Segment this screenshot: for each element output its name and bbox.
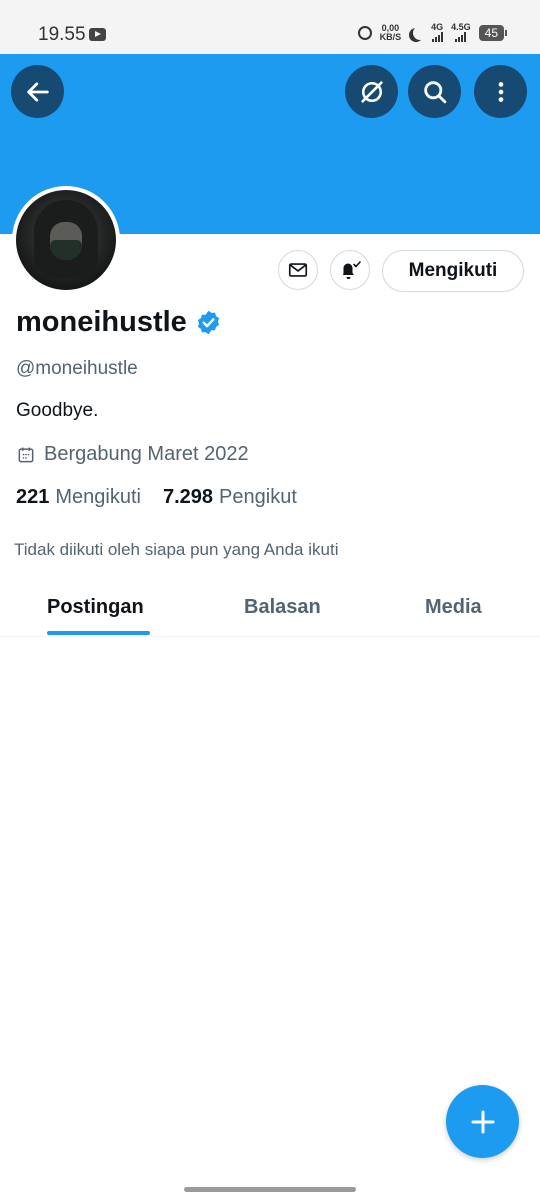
bell-check-icon (343, 261, 361, 279)
signal-1: 4G (431, 22, 443, 44)
join-date: Bergabung Maret 2022 (16, 443, 249, 466)
network-speed-unit: KB/S (379, 32, 402, 42)
network-speed: 0,00 KB/S (380, 24, 402, 42)
grok-button[interactable] (345, 65, 398, 118)
back-arrow-icon (26, 81, 49, 102)
followers-count: 7.298 (162, 486, 214, 508)
signal-bars-icon (455, 32, 467, 42)
message-button[interactable] (278, 250, 318, 290)
active-tab-indicator (47, 631, 150, 635)
notifications-button[interactable] (330, 250, 370, 290)
following-button[interactable]: Mengikuti (382, 250, 524, 292)
mail-icon (288, 263, 308, 277)
do-not-disturb-icon (413, 26, 427, 40)
profile-tabs: Postingan Balasan Media (0, 580, 540, 637)
status-time: 19.55 (38, 24, 86, 45)
battery-icon: 45 (478, 25, 508, 41)
more-vertical-icon (498, 81, 503, 102)
display-name: moneihustle (16, 306, 187, 338)
search-button[interactable] (408, 65, 461, 118)
followers-stat[interactable]: 7.298 Pengikut (163, 486, 297, 509)
profile-name-row: moneihustle (16, 306, 222, 339)
following-count: 221 (16, 486, 50, 508)
youtube-notification-icon (89, 28, 106, 41)
compose-button[interactable] (446, 1085, 519, 1158)
avatar[interactable] (12, 186, 120, 294)
verified-badge-icon[interactable] (195, 309, 222, 336)
more-options-button[interactable] (474, 65, 527, 118)
grok-icon (360, 80, 383, 103)
alarm-icon (357, 26, 372, 40)
back-button[interactable] (11, 65, 64, 118)
join-date-label: Bergabung Maret 2022 (44, 443, 249, 465)
status-icons: 0,00 KB/S 4G 4.5G 45 (357, 22, 508, 44)
signal-2: 4.5G (451, 22, 471, 44)
tab-media[interactable]: Media (425, 596, 482, 619)
search-icon (423, 80, 446, 103)
signal-bars-icon (431, 32, 443, 42)
plus-icon (471, 1110, 494, 1133)
status-bar: 19.55 0,00 KB/S 4G 4.5G 45 (0, 0, 540, 54)
signal-2-label: 4.5G (451, 22, 471, 32)
follow-stats: 221 Mengikuti 7.298 Pengikut (16, 486, 297, 509)
following-stat[interactable]: 221 Mengikuti (16, 486, 141, 509)
followers-label: Pengikut (219, 486, 297, 508)
signal-1-label: 4G (431, 22, 444, 32)
followed-by-note: Tidak diikuti oleh siapa pun yang Anda i… (14, 540, 339, 559)
tab-balasan[interactable]: Balasan (244, 596, 321, 619)
home-indicator[interactable] (184, 1187, 356, 1192)
profile-bio: Goodbye. (16, 400, 99, 421)
following-label: Mengikuti (55, 486, 141, 508)
calendar-icon (18, 447, 34, 462)
tab-postingan[interactable]: Postingan (47, 596, 144, 619)
profile-handle: @moneihustle (16, 358, 138, 379)
